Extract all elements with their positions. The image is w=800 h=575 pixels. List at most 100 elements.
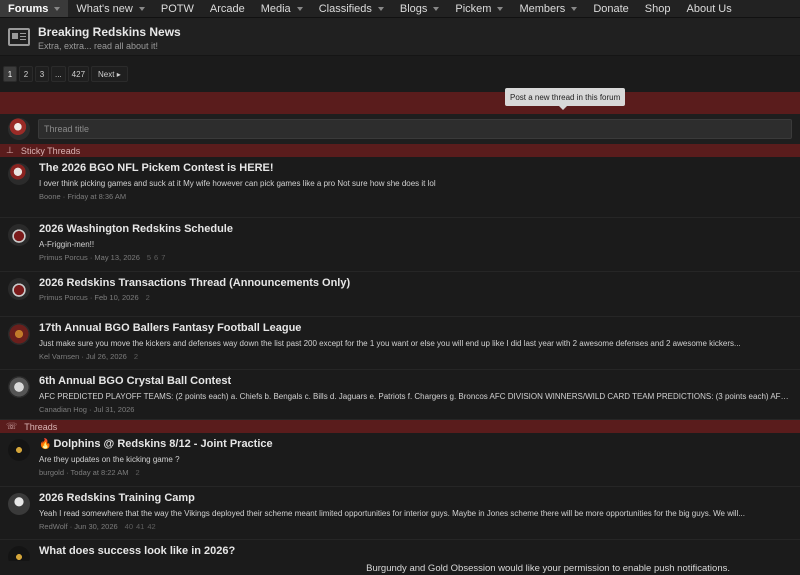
thread-meta-text[interactable]: Primus Porcus · Feb 10, 2026 — [39, 293, 139, 302]
thread-body: 6th Annual BGO Crystal Ball Contest AFC P… — [39, 375, 792, 419]
avatar[interactable] — [8, 323, 30, 345]
thread-title-text[interactable]: 2026 Redskins Training Camp — [39, 492, 195, 504]
thread-title[interactable]: 2026 Redskins Transactions Thread (Annou… — [39, 277, 792, 289]
thread-title-text[interactable]: 17th Annual BGO Ballers Fantasy Football… — [39, 322, 301, 334]
thread-title-text[interactable]: What does success look like in 2026? — [39, 545, 235, 557]
thread-meta: Canadian Hog · Jul 31, 2026 — [39, 405, 792, 414]
next-page-button[interactable]: Next ▸ — [91, 66, 128, 82]
avatar[interactable] — [8, 376, 30, 398]
nav-item-media[interactable]: Media — [253, 0, 311, 17]
nav-item-classifieds[interactable]: Classifieds — [311, 0, 392, 17]
thread-title-text[interactable]: The 2026 BGO NFL Pickem Contest is HERE! — [39, 162, 274, 174]
thread-page-link[interactable]: 6 — [154, 253, 158, 262]
thread-snippet: Are they updates on the kicking game ? — [39, 455, 180, 464]
nav-item-pickem[interactable]: Pickem — [447, 0, 511, 17]
nav-item-about-us[interactable]: About Us — [679, 0, 740, 17]
page-link[interactable]: 3 — [35, 66, 49, 82]
thread-title-text[interactable]: 2026 Redskins Transactions Thread (Annou… — [39, 277, 350, 289]
thread-title-text[interactable]: 6th Annual BGO Crystal Ball Contest — [39, 375, 231, 387]
thread-title-text[interactable]: Dolphins @ Redskins 8/12 - Joint Practic… — [53, 438, 272, 450]
thread-title[interactable]: The 2026 BGO NFL Pickem Contest is HERE! — [39, 162, 792, 174]
avatar[interactable] — [8, 163, 30, 185]
thread-page-link[interactable]: 40 — [125, 522, 133, 531]
nav-item-label: POTW — [160, 2, 194, 15]
thread-snippet: AFC PREDICTED PLAYOFF TEAMS: (2 points e… — [39, 392, 792, 401]
thread-title[interactable]: 17th Annual BGO Ballers Fantasy Football… — [39, 322, 792, 334]
page-link[interactable]: 1 — [3, 66, 17, 82]
chevron-down-icon[interactable] — [571, 6, 578, 11]
nav-item-label: Members — [519, 2, 566, 15]
avatar[interactable] — [8, 493, 30, 515]
thread-row: 2026 Redskins Training Camp Yeah I read s… — [0, 487, 800, 540]
avatar[interactable] — [8, 224, 30, 246]
thread-title[interactable]: 🔥 Dolphins @ Redskins 8/12 - Joint Practi… — [39, 438, 792, 450]
thread-title[interactable]: 2026 Washington Redskins Schedule — [39, 223, 792, 235]
nav-item-arcade[interactable]: Arcade — [202, 0, 253, 17]
chevron-down-icon[interactable] — [377, 6, 384, 11]
thread-meta-text[interactable]: Primus Porcus · May 13, 2026 — [39, 253, 140, 262]
thread-meta-text[interactable]: Boone · Friday at 8:36 AM — [39, 192, 126, 201]
thread-list: 🔥 Dolphins @ Redskins 8/12 - Joint Practi… — [0, 433, 800, 575]
avatar[interactable] — [8, 278, 30, 300]
avatar[interactable] — [8, 118, 30, 140]
quick-thread — [0, 114, 800, 144]
nav-item-forums[interactable]: Forums — [0, 0, 69, 17]
thread-row: 🔥 Dolphins @ Redskins 8/12 - Joint Practi… — [0, 433, 800, 487]
thread-title[interactable]: What does success look like in 2026? — [39, 545, 792, 557]
nav-item-label: Media — [260, 2, 291, 15]
nav-item-what-s-new[interactable]: What's new — [68, 0, 153, 17]
nav-item-label: Shop — [644, 2, 671, 15]
sticky-threads-label: Sticky Threads — [20, 145, 81, 156]
thread-page-link[interactable]: 7 — [161, 253, 165, 262]
thread-page-link[interactable]: 42 — [147, 522, 155, 531]
thread-page-link[interactable]: 2 — [136, 468, 140, 477]
nav-item-donate[interactable]: Donate — [585, 0, 636, 17]
nav-item-label: Blogs — [399, 2, 428, 15]
sticky-thread-list: The 2026 BGO NFL Pickem Contest is HERE!… — [0, 157, 800, 420]
nav-item-blogs[interactable]: Blogs — [392, 0, 448, 17]
chevron-down-icon[interactable] — [296, 6, 303, 11]
nav-item-potw[interactable]: POTW — [153, 0, 202, 17]
chat-icon: ☏ — [6, 421, 18, 431]
forum-title: Breaking Redskins News — [38, 25, 181, 39]
forum-action-bar: Post a new thread in this forum — [0, 88, 800, 114]
thread-page-link[interactable]: 2 — [134, 352, 138, 361]
thread-snippet: Just make sure you move the kickers and … — [39, 339, 741, 348]
nav-item-shop[interactable]: Shop — [637, 0, 679, 17]
chevron-down-icon[interactable] — [433, 6, 440, 11]
thread-title[interactable]: 6th Annual BGO Crystal Ball Contest — [39, 375, 792, 387]
thread-title-text[interactable]: 2026 Washington Redskins Schedule — [39, 223, 233, 235]
thread-page-link[interactable]: 41 — [136, 522, 144, 531]
page-link[interactable]: 427 — [67, 66, 90, 82]
thread-snippet: I over think picking games and suck at i… — [39, 179, 436, 188]
thread-meta: burgold · Today at 8:22 AM 2 — [39, 468, 792, 477]
thread-page-links: 2 — [143, 293, 150, 302]
thread-page-links: 567 — [144, 253, 166, 262]
chevron-down-icon[interactable] — [138, 6, 145, 11]
thread-meta: Boone · Friday at 8:36 AM — [39, 192, 792, 201]
thread-row: 6th Annual BGO Crystal Ball Contest AFC P… — [0, 370, 800, 420]
chevron-down-icon[interactable] — [497, 6, 504, 11]
thread-meta-text[interactable]: Canadian Hog · Jul 31, 2026 — [39, 405, 134, 414]
nav-item-members[interactable]: Members — [511, 0, 585, 17]
main-nav: Forums What's new POTW Arcade Media Classifie… — [0, 0, 800, 18]
thread-title[interactable]: 2026 Redskins Training Camp — [39, 492, 792, 504]
thread-page-links: 2 — [131, 352, 138, 361]
nav-item-label: About Us — [686, 2, 732, 15]
page-jump[interactable]: ... — [51, 66, 66, 82]
thread-page-link[interactable]: 5 — [147, 253, 151, 262]
push-notification-banner: Burgundy and Gold Obsession would like y… — [0, 561, 800, 575]
chevron-down-icon[interactable] — [54, 6, 61, 11]
thread-row: 2026 Redskins Transactions Thread (Annou… — [0, 272, 800, 317]
thread-meta-text[interactable]: Kel Varnsen · Jul 26, 2026 — [39, 352, 127, 361]
forum-description: Extra, extra... read all about it! — [38, 41, 159, 51]
thread-body: 2026 Redskins Training Camp Yeah I read s… — [39, 492, 792, 539]
thread-meta-text[interactable]: RedWolf · Jun 30, 2026 — [39, 522, 118, 531]
thread-meta-text[interactable]: burgold · Today at 8:22 AM — [39, 468, 129, 477]
thread-page-link[interactable]: 2 — [146, 293, 150, 302]
thread-body: 🔥 Dolphins @ Redskins 8/12 - Joint Practi… — [39, 438, 792, 486]
thread-title-input[interactable] — [38, 119, 792, 139]
avatar[interactable] — [8, 439, 30, 461]
thread-snippet: Yeah I read somewhere that the way the V… — [39, 509, 745, 518]
page-link[interactable]: 2 — [19, 66, 33, 82]
